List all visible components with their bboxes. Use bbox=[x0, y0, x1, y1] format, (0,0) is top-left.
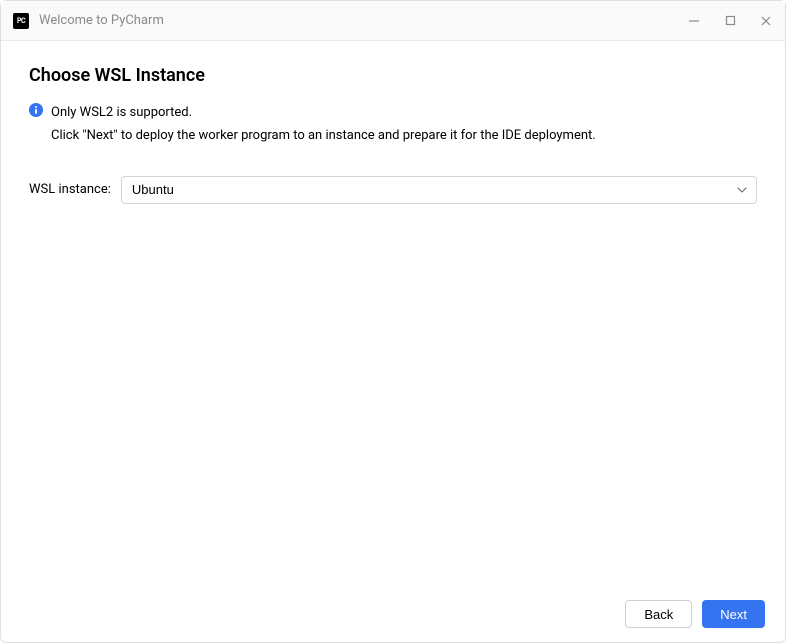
minimize-icon bbox=[688, 15, 700, 27]
titlebar: PC Welcome to PyCharm bbox=[1, 1, 785, 41]
next-button[interactable]: Next bbox=[702, 600, 765, 628]
dialog-window: PC Welcome to PyCharm Choose WSL In bbox=[0, 0, 786, 643]
wsl-instance-select[interactable] bbox=[121, 176, 757, 204]
pycharm-app-icon: PC bbox=[13, 13, 29, 29]
close-icon bbox=[760, 15, 772, 27]
info-icon bbox=[29, 103, 43, 117]
wsl-instance-row: WSL instance: bbox=[29, 176, 757, 204]
close-button[interactable] bbox=[759, 14, 773, 28]
back-button[interactable]: Back bbox=[625, 600, 692, 628]
window-controls bbox=[687, 14, 773, 28]
info-line-2: Click "Next" to deploy the worker progra… bbox=[51, 125, 596, 148]
maximize-button[interactable] bbox=[723, 14, 737, 28]
info-line-1: Only WSL2 is supported. bbox=[51, 102, 596, 125]
wsl-instance-label: WSL instance: bbox=[29, 182, 111, 197]
page-heading: Choose WSL Instance bbox=[29, 65, 757, 86]
wsl-instance-select-wrapper bbox=[121, 176, 757, 204]
dialog-content: Choose WSL Instance Only WSL2 is support… bbox=[1, 41, 785, 586]
maximize-icon bbox=[725, 15, 736, 26]
info-text: Only WSL2 is supported. Click "Next" to … bbox=[51, 102, 596, 148]
dialog-footer: Back Next bbox=[1, 586, 785, 642]
minimize-button[interactable] bbox=[687, 14, 701, 28]
window-title: Welcome to PyCharm bbox=[39, 13, 687, 28]
info-block: Only WSL2 is supported. Click "Next" to … bbox=[29, 102, 757, 148]
